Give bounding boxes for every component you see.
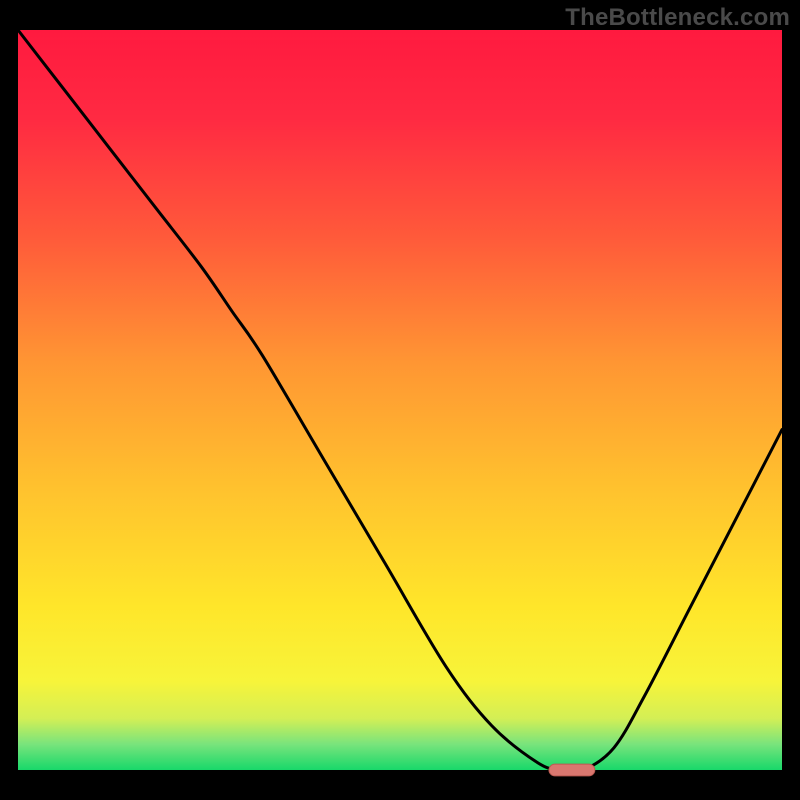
chart-frame: TheBottleneck.com [0, 0, 800, 800]
watermark-text: TheBottleneck.com [565, 4, 790, 32]
optimal-marker [549, 764, 595, 776]
bottleneck-chart [0, 0, 800, 800]
plot-background [18, 30, 782, 770]
